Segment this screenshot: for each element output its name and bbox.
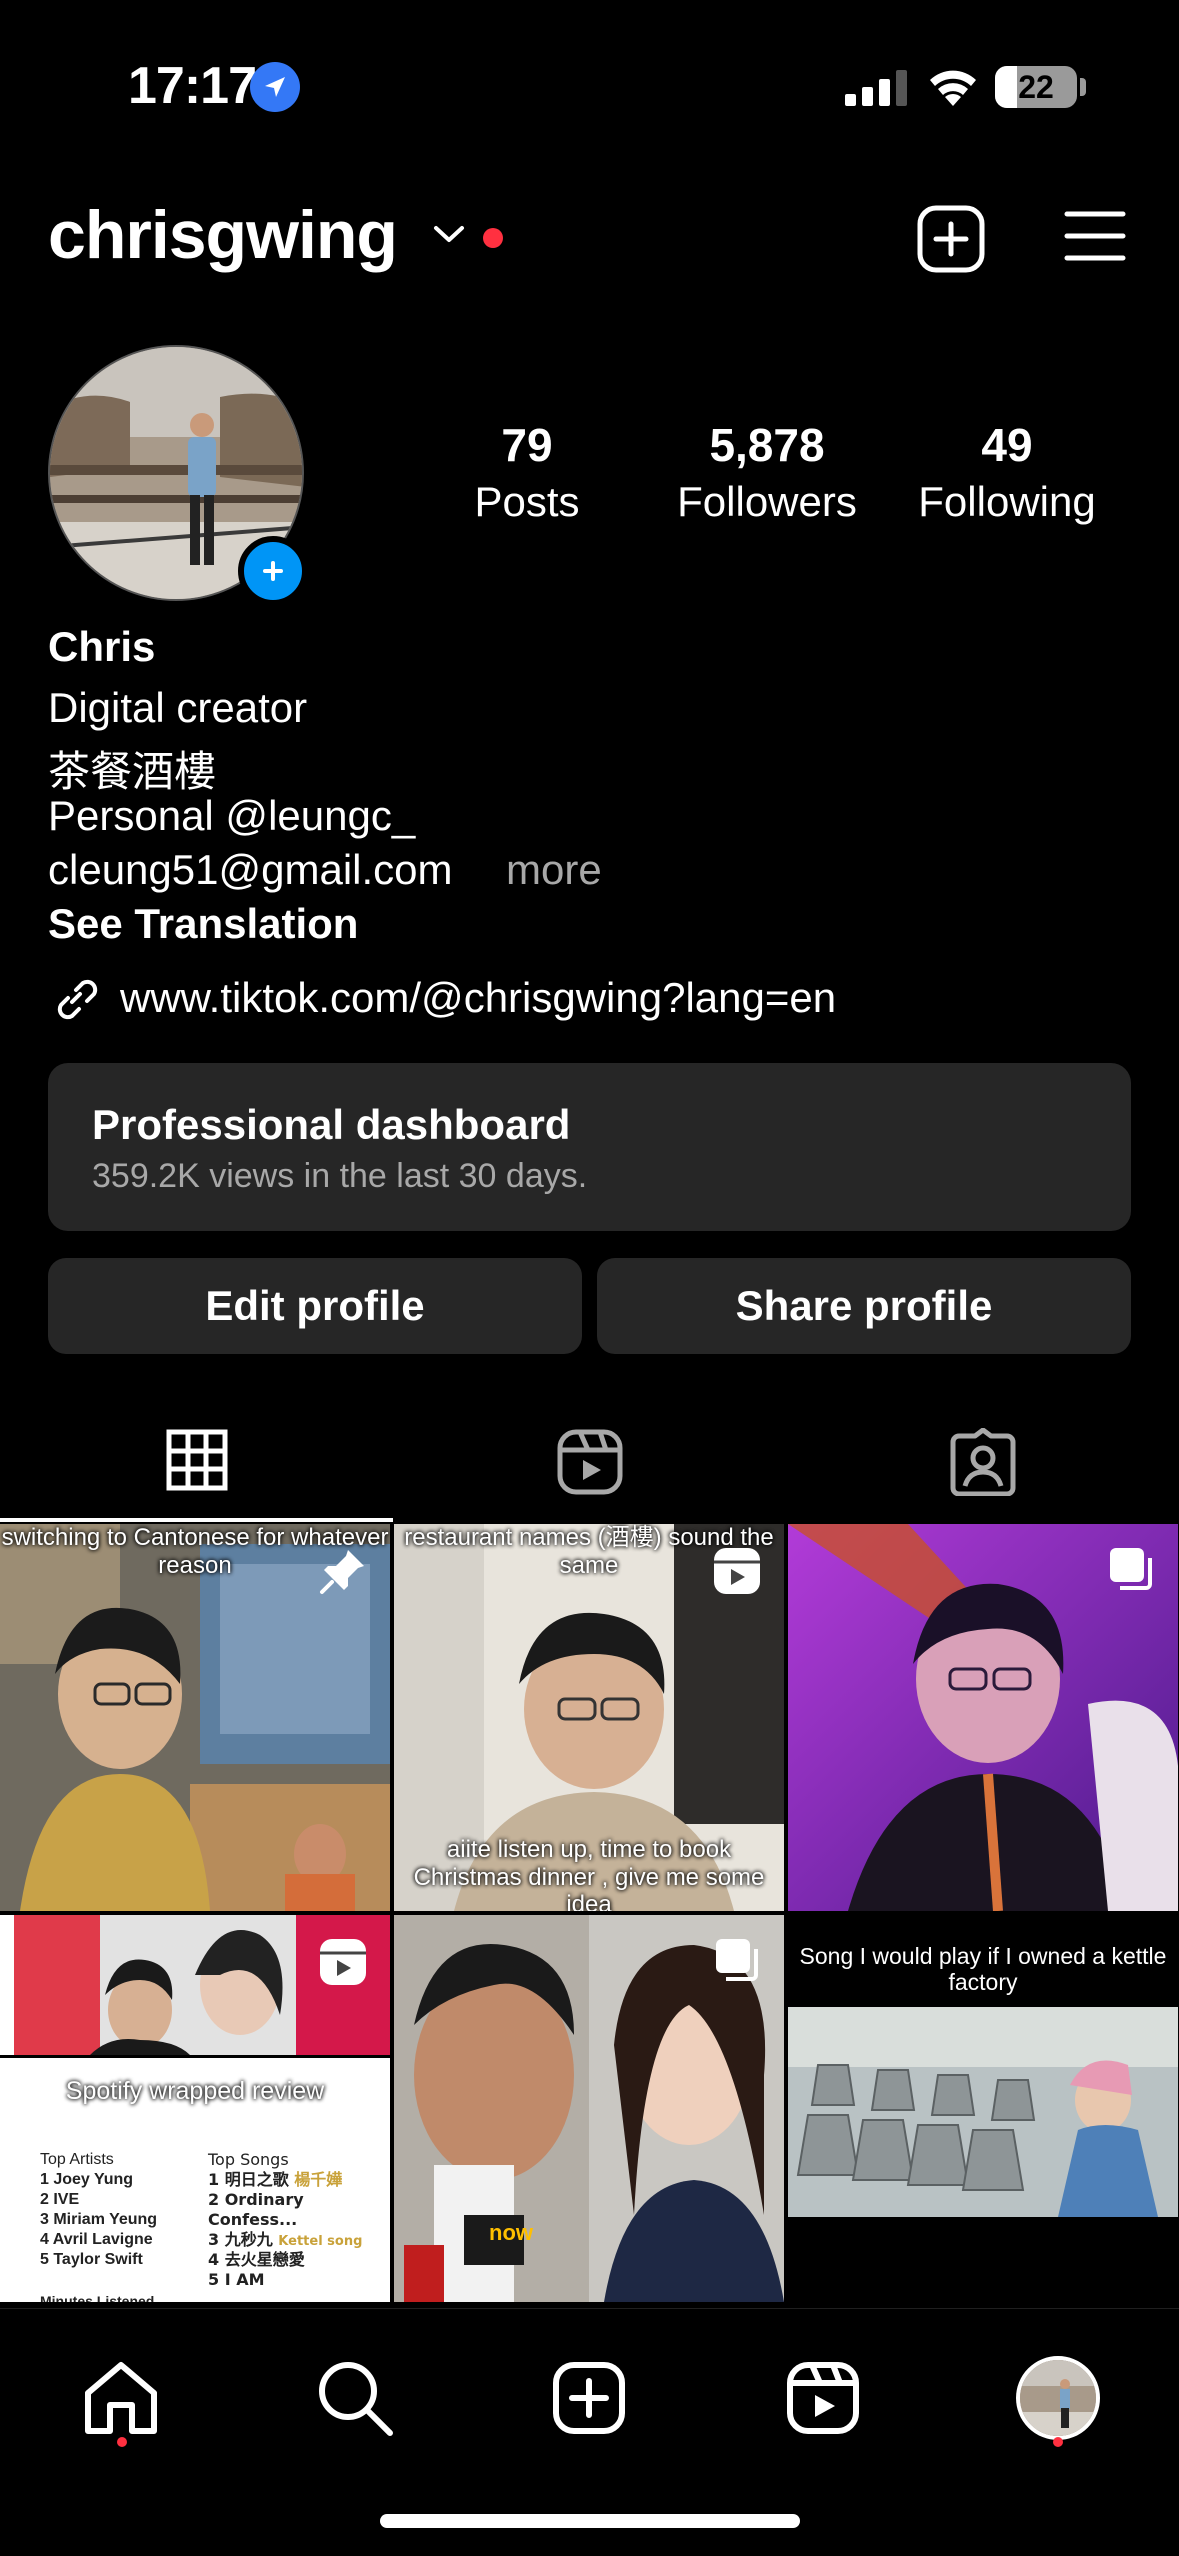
following-count[interactable]: 49 Following <box>877 418 1137 526</box>
post-thumbnail[interactable]: Spotify wrapped review Top Artists 1 Joe… <box>0 1915 390 2302</box>
edit-profile-button[interactable]: Edit profile <box>48 1258 582 1354</box>
account-username[interactable]: chrisgwing <box>48 196 398 274</box>
post-thumbnail[interactable]: now <box>394 1915 784 2302</box>
post-thumbnail[interactable]: Song I would play if I owned a kettle fa… <box>788 1915 1178 2302</box>
top-artists-list: Top Artists 1 Joey Yung 2 IVE 3 Miriam Y… <box>40 2151 158 2268</box>
active-tab-indicator <box>0 1518 393 1522</box>
see-translation-link[interactable]: See Translation <box>48 900 358 948</box>
profile-avatar-small <box>1016 2356 1100 2440</box>
profile-link[interactable]: www.tiktok.com/@chrisgwing?lang=en <box>120 974 836 1022</box>
post-caption: Song I would play if I owned a kettle fa… <box>799 1943 1167 1996</box>
dashboard-subtitle: 359.2K views in the last 30 days. <box>92 1157 588 1195</box>
tab-tagged[interactable] <box>786 1412 1179 1522</box>
status-bar: 17:17 22 <box>0 0 1179 150</box>
nav-home[interactable] <box>76 2353 166 2443</box>
menu-icon[interactable] <box>1064 208 1126 264</box>
location-icon <box>250 62 300 112</box>
bio-line: 茶餐酒樓 <box>48 747 217 796</box>
chevron-down-icon[interactable] <box>432 222 466 246</box>
post-caption: Spotify wrapped review <box>65 2077 325 2105</box>
bio-line[interactable]: Personal @leungc_ <box>48 792 415 840</box>
profile-notification-dot <box>1053 2437 1063 2447</box>
tagged-user-icon <box>950 1428 1015 1496</box>
profile-name: Chris <box>48 623 156 670</box>
post-thumbnail[interactable] <box>788 1524 1178 1911</box>
top-songs-list: Top Songs 1 明日之歌 楊千嬅 2 Ordinary Confess.… <box>208 2150 363 2290</box>
bio-more-link[interactable]: more <box>506 846 602 894</box>
reel-icon <box>320 1939 366 1985</box>
notification-dot <box>483 228 503 248</box>
cellular-signal-icon <box>845 70 907 106</box>
followers-count[interactable]: 5,878 Followers <box>637 418 897 526</box>
post-caption: aiite listen up, time to book Christmas … <box>413 1836 765 1911</box>
home-indicator <box>380 2514 800 2528</box>
grid-icon <box>166 1429 227 1491</box>
search-icon <box>319 2362 393 2436</box>
reel-icon <box>714 1548 760 1594</box>
home-icon <box>85 2362 157 2434</box>
tab-reels[interactable] <box>393 1412 786 1522</box>
share-profile-button[interactable]: Share profile <box>597 1258 1131 1354</box>
nav-search[interactable] <box>310 2353 400 2443</box>
tab-posts-grid[interactable] <box>0 1412 393 1522</box>
reels-icon <box>787 2362 859 2434</box>
add-story-button[interactable] <box>238 536 308 606</box>
battery-icon: 22 <box>995 66 1077 108</box>
post-thumbnail[interactable]: restaurant names (酒樓) sound the same aii… <box>394 1524 784 1911</box>
minutes-listened: Minutes Listened <box>40 2293 155 2302</box>
create-icon <box>553 2362 625 2434</box>
wifi-icon <box>930 70 976 106</box>
home-notification-dot <box>117 2437 127 2447</box>
bio-category: Digital creator <box>48 684 308 731</box>
posts-count[interactable]: 79 Posts <box>397 418 657 526</box>
create-new-icon[interactable] <box>916 204 986 274</box>
sticker-text: now <box>489 2220 533 2245</box>
dashboard-title: Professional dashboard <box>92 1101 571 1148</box>
nav-reels[interactable] <box>778 2353 868 2443</box>
pin-icon <box>320 1550 364 1594</box>
nav-create[interactable] <box>544 2353 634 2443</box>
status-time: 17:17 <box>128 57 257 115</box>
reels-icon <box>557 1429 622 1495</box>
link-icon <box>57 979 98 1020</box>
nav-profile[interactable] <box>1013 2353 1103 2443</box>
battery-percent: 22 <box>1018 69 1054 105</box>
bio-email[interactable]: cleung51@gmail.com <box>48 846 453 894</box>
carousel-icon <box>1110 1548 1152 1590</box>
post-thumbnail[interactable]: switching to Cantonese for whatever reas… <box>0 1524 390 1911</box>
professional-dashboard[interactable]: Professional dashboard 359.2K views in t… <box>48 1063 1131 1231</box>
carousel-icon <box>716 1939 758 1981</box>
